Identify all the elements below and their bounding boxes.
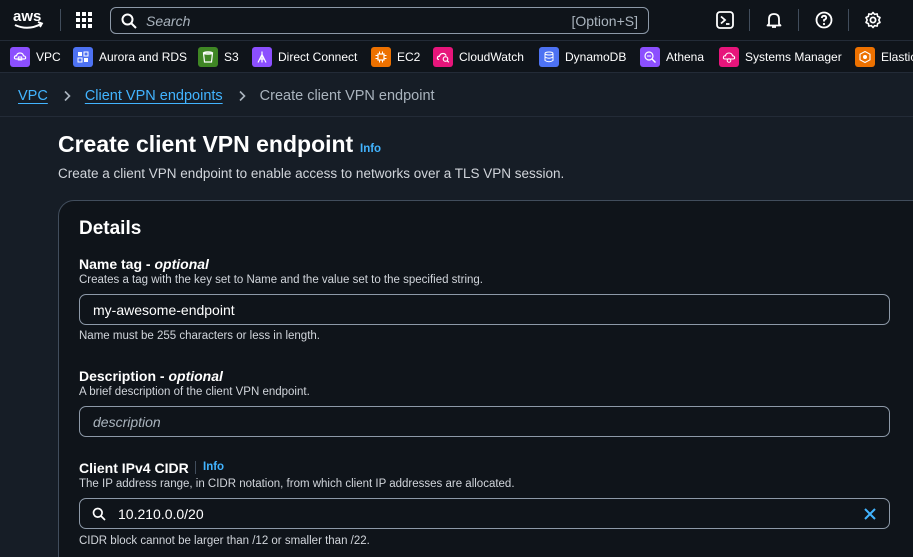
settings-gear-icon[interactable]: [864, 11, 882, 29]
name-tag-input[interactable]: my-awesome-endpoint: [79, 294, 890, 325]
bell-icon[interactable]: [765, 11, 783, 29]
chevron-right-icon: [239, 90, 246, 102]
cloudwatch-icon: [433, 47, 453, 67]
nav-divider: [798, 9, 799, 31]
description-input[interactable]: description: [79, 406, 890, 437]
label-divider: [195, 461, 196, 474]
search-icon: [121, 13, 137, 29]
rds-icon: [73, 47, 93, 67]
clear-icon[interactable]: [862, 506, 878, 522]
name-tag-hint: Creates a tag with the key set to Name a…: [79, 274, 483, 286]
breadcrumb-current: Create client VPN endpoint: [259, 88, 435, 104]
vpc-icon: [10, 47, 30, 67]
name-tag-label: Name tag - optional: [79, 256, 209, 272]
search-shortcut: [Option+S]: [571, 13, 638, 29]
favorite-label: Direct Connect: [278, 50, 358, 64]
favorite-elastic[interactable]: Elastic: [855, 47, 913, 67]
favorite-cloudwatch[interactable]: CloudWatch: [433, 47, 524, 67]
systems-manager-icon: [719, 47, 739, 67]
favorite-label: Aurora and RDS: [99, 50, 188, 64]
favorite-ec2[interactable]: EC2: [371, 47, 420, 67]
favorite-label: CloudWatch: [459, 50, 524, 64]
s3-icon: [198, 47, 218, 67]
favorite-s3[interactable]: S3: [198, 47, 239, 67]
cloudshell-icon[interactable]: [716, 11, 734, 29]
top-navigation: aws Search [Option+S]: [0, 0, 913, 41]
favorites-bar: VPC Aurora and RDS S3 Direct Connect EC2…: [0, 41, 913, 73]
description-placeholder: description: [93, 414, 161, 430]
cidr-input[interactable]: 10.210.0.0/20: [79, 498, 890, 529]
favorite-label: Elastic: [881, 50, 913, 64]
elastic-icon: [855, 47, 875, 67]
breadcrumb: VPC Client VPN endpoints Create client V…: [18, 86, 435, 106]
breadcrumb-link-vpc[interactable]: VPC: [18, 88, 48, 104]
nav-divider: [848, 9, 849, 31]
header-divider: [0, 116, 913, 117]
favorite-label: S3: [224, 50, 239, 64]
cidr-constraint: CIDR block cannot be larger than /12 or …: [79, 535, 370, 547]
cidr-hint: The IP address range, in CIDR notation, …: [79, 478, 515, 490]
name-tag-constraint: Name must be 255 characters or less in l…: [79, 330, 320, 342]
favorite-systems-manager[interactable]: Systems Manager: [719, 47, 842, 67]
page-info-link[interactable]: Info: [360, 143, 381, 155]
athena-icon: [640, 47, 660, 67]
favorite-dynamodb[interactable]: DynamoDB: [539, 47, 626, 67]
search-icon: [92, 507, 106, 521]
nav-divider: [749, 9, 750, 31]
svg-text:aws: aws: [13, 8, 41, 25]
chevron-right-icon: [64, 90, 71, 102]
services-grid-icon[interactable]: [76, 12, 92, 28]
favorite-label: Athena: [666, 50, 705, 64]
favorite-label: EC2: [397, 50, 421, 64]
dynamodb-icon: [539, 47, 559, 67]
cidr-value: 10.210.0.0/20: [118, 506, 204, 522]
page-description: Create a client VPN endpoint to enable a…: [58, 166, 565, 181]
favorite-label: Systems Manager: [745, 50, 842, 64]
details-section-title: Details: [79, 218, 142, 239]
favorite-aurora-rds[interactable]: Aurora and RDS: [73, 47, 187, 67]
ec2-icon: [371, 47, 391, 67]
breadcrumb-link-client-vpn-endpoints[interactable]: Client VPN endpoints: [85, 88, 223, 104]
cidr-label: Client IPv4 CIDR: [79, 460, 189, 476]
favorite-athena[interactable]: Athena: [640, 47, 704, 67]
page-title: Create client VPN endpoint: [58, 131, 354, 157]
aws-logo[interactable]: aws: [11, 8, 45, 32]
nav-divider: [60, 9, 61, 31]
direct-connect-icon: [252, 47, 272, 67]
description-hint: A brief description of the client VPN en…: [79, 386, 310, 398]
favorite-direct-connect[interactable]: Direct Connect: [252, 47, 357, 67]
favorite-label: VPC: [36, 50, 61, 64]
search-placeholder: Search: [146, 13, 191, 29]
cidr-info-link[interactable]: Info: [203, 461, 224, 473]
favorite-vpc[interactable]: VPC: [10, 47, 61, 67]
favorite-label: DynamoDB: [565, 50, 627, 64]
help-icon[interactable]: [815, 11, 833, 29]
name-tag-value: my-awesome-endpoint: [93, 302, 235, 318]
global-search-input[interactable]: Search [Option+S]: [110, 7, 649, 34]
description-label: Description - optional: [79, 368, 223, 384]
